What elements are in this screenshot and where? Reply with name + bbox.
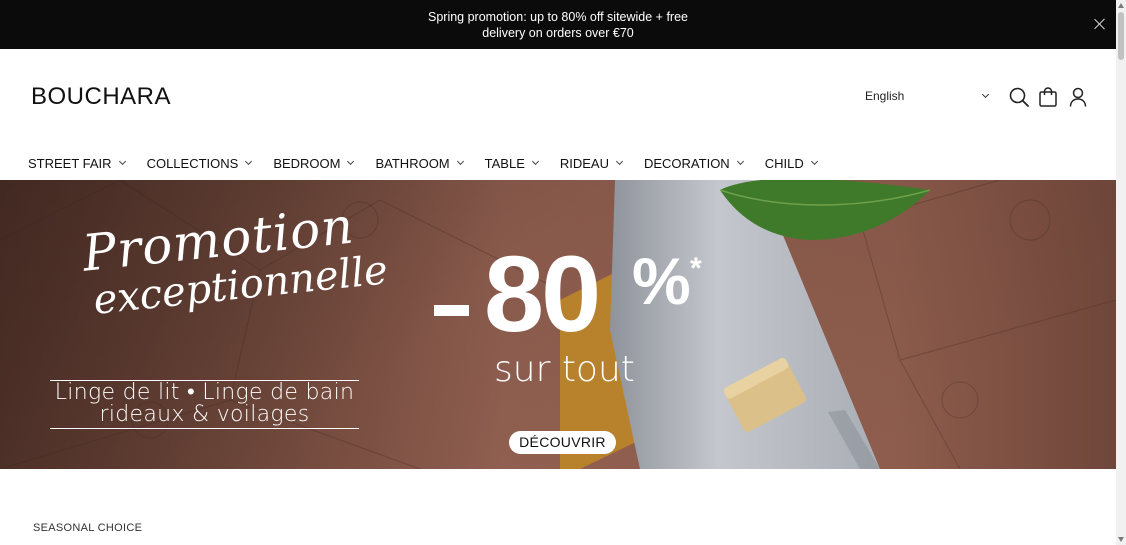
promo-line-1: Spring promotion: up to 80% off sitewide… bbox=[428, 10, 688, 24]
nav-item-bedroom[interactable]: BEDROOM bbox=[273, 153, 355, 173]
discover-button[interactable]: DÉCOUVRIR bbox=[509, 431, 616, 454]
chevron-down-icon bbox=[810, 157, 818, 166]
hero-minus-sign bbox=[434, 305, 469, 316]
nav-item-label: CHILD bbox=[764, 155, 804, 171]
hero-banner[interactable]: Promotion exceptionnelle Linge de lit • … bbox=[0, 180, 1116, 469]
chevron-down-icon bbox=[615, 157, 624, 166]
hero-percent-sign: % bbox=[632, 244, 691, 318]
search-icon[interactable] bbox=[1008, 86, 1030, 108]
bag-icon[interactable] bbox=[1037, 86, 1059, 108]
hero-subtitle-line-2: rideaux & voilages bbox=[99, 402, 310, 427]
nav-item-collections[interactable]: COLLECTIONS bbox=[146, 153, 253, 173]
hero-discount-number: 80 bbox=[484, 233, 601, 354]
chevron-down-icon bbox=[531, 157, 539, 166]
nav-item-street-fair[interactable]: STREET FAIR bbox=[28, 153, 126, 173]
section-title: SEASONAL CHOICE bbox=[33, 522, 143, 534]
nav-item-label: RIDEAU bbox=[559, 155, 609, 171]
chevron-down-icon bbox=[347, 157, 355, 166]
close-icon[interactable] bbox=[1094, 18, 1106, 30]
chevron-down-icon bbox=[736, 157, 744, 166]
nav-item-decoration[interactable]: DECORATION bbox=[643, 153, 744, 173]
scroll-up-arrow-icon[interactable] bbox=[1118, 3, 1124, 8]
promo-banner: Spring promotion: up to 80% off sitewide… bbox=[0, 0, 1116, 49]
nav-item-label: BATHROOM bbox=[375, 155, 450, 171]
nav-item-label: COLLECTIONS bbox=[146, 155, 239, 171]
language-select[interactable]: English bbox=[858, 86, 994, 106]
logo[interactable]: BOUCHARA bbox=[31, 83, 171, 111]
nav-item-label: DECORATION bbox=[643, 155, 730, 171]
hero-sur-tout: sur tout bbox=[494, 349, 635, 390]
hero-subtitle-line-1: Linge de lit • Linge de bain bbox=[54, 380, 355, 405]
language-value: English bbox=[865, 89, 905, 103]
chevron-down-icon bbox=[981, 90, 990, 99]
nav-item-label: STREET FAIR bbox=[28, 155, 112, 171]
nav-item-label: BEDROOM bbox=[273, 155, 341, 171]
page-scrollbar[interactable] bbox=[1116, 0, 1126, 545]
site-header: BOUCHARA English STREET FAIR COLLECTIONS… bbox=[0, 49, 1116, 180]
nav-item-label: TABLE bbox=[484, 155, 525, 171]
main-nav: STREET FAIR COLLECTIONS BEDROOM BATHROOM… bbox=[28, 153, 839, 173]
scroll-thumb[interactable] bbox=[1118, 12, 1124, 60]
account-icon[interactable] bbox=[1067, 86, 1089, 108]
nav-item-child[interactable]: CHILD bbox=[764, 153, 818, 173]
nav-item-rideau[interactable]: RIDEAU bbox=[559, 153, 624, 173]
hero-subtitle: Linge de lit • Linge de bain rideaux & v… bbox=[50, 380, 359, 426]
promo-line-2: delivery on orders over €70 bbox=[482, 26, 634, 40]
nav-item-table[interactable]: TABLE bbox=[484, 153, 539, 173]
chevron-down-icon bbox=[245, 157, 253, 166]
chevron-down-icon bbox=[118, 157, 126, 166]
nav-item-bathroom[interactable]: BATHROOM bbox=[375, 153, 464, 173]
promo-text: Spring promotion: up to 80% off sitewide… bbox=[0, 9, 1116, 41]
scroll-down-arrow-icon[interactable] bbox=[1118, 537, 1124, 542]
chevron-down-icon bbox=[456, 157, 464, 166]
hero-asterisk: * bbox=[690, 252, 702, 285]
